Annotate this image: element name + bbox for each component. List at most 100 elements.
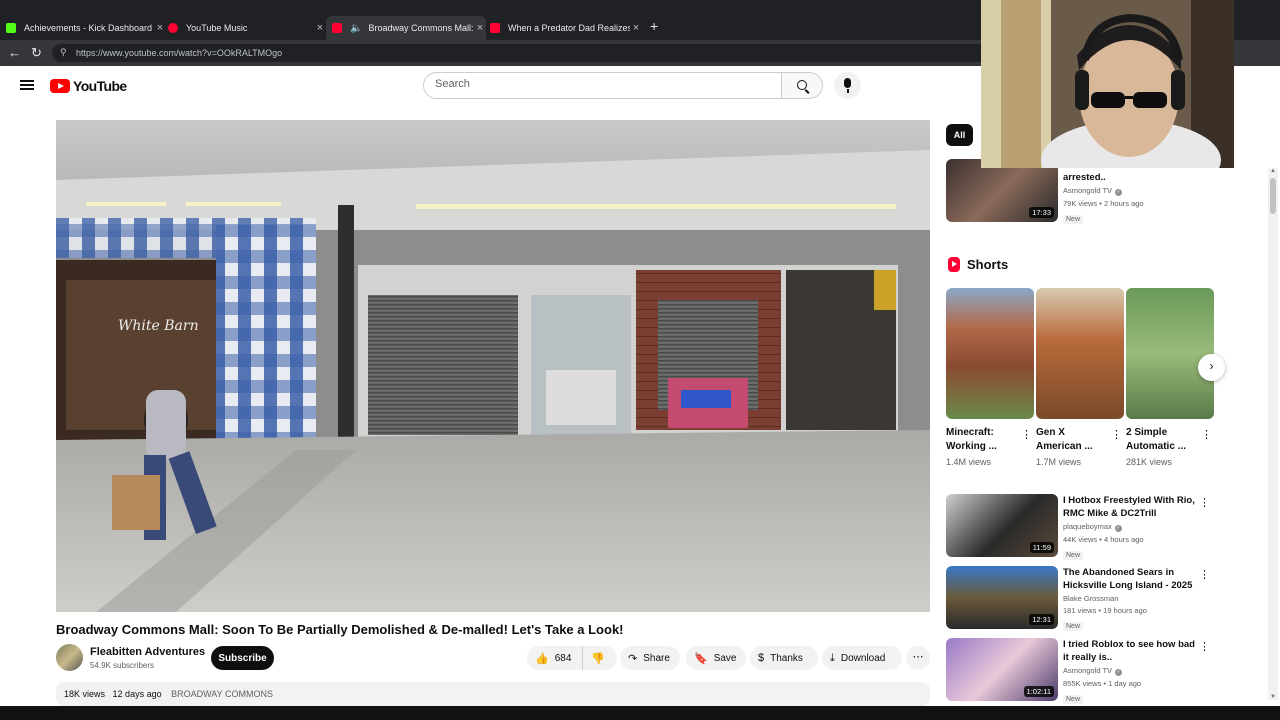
recommendation-channel[interactable]: Blake Grossman [1063,594,1118,603]
scroll-up-arrow-icon[interactable]: ▲ [1270,168,1276,174]
recommendation-title[interactable]: arrested.. [1063,171,1201,184]
shorts-title: Shorts [967,257,1009,272]
recommendation-title[interactable]: I Hotbox Freestyled With Rio, RMC Mike &… [1063,494,1201,520]
short-item[interactable]: Gen X American ... 1.7M views ⋮ [1036,288,1124,467]
filter-chip-all[interactable]: All [946,124,973,146]
video-duration: 11:59 [1029,542,1054,553]
share-button[interactable]: ↷ Share [620,646,680,670]
thumbs-up-icon: 👍 [535,652,549,665]
close-tab-icon[interactable]: × [154,22,166,34]
speaker-icon[interactable]: 🔈 [350,23,362,34]
like-button[interactable]: 👍 684 [527,646,583,670]
tab-title: YouTube Music [186,23,248,33]
recommendation-item[interactable]: 1:02:11 I tried Roblox to see how bad it… [946,638,1214,704]
channel-name[interactable]: Fleabitten Adventures [90,646,205,658]
youtube-logo[interactable]: YouTube [50,78,127,94]
short-menu-icon[interactable]: ⋮ [1111,428,1122,441]
video-thumbnail[interactable]: 17:33 [946,159,1058,222]
more-actions-button[interactable]: ⋯ [906,646,930,670]
hashtag-link[interactable]: BROADWAY COMMONS [171,689,273,699]
reload-icon[interactable]: ↻ [31,45,42,61]
tab-kick-dashboard[interactable]: Achievements - Kick Dashboard × [6,16,166,40]
recommendation-meta: 44K views • 4 hours ago [1063,535,1144,544]
short-item[interactable]: Minecraft: Working ... 1.4M views ⋮ [946,288,1034,467]
recommendation-channel[interactable]: Asmongold TV [1063,666,1112,675]
recommendation-info: arrested.. Asmongold TV ✓ 79K views • 2 h… [1063,159,1201,226]
recommendation-meta: 181 views • 19 hours ago [1063,606,1147,615]
tab-title: Achievements - Kick Dashboard [24,23,153,33]
description-box[interactable]: 18K views 12 days ago BROADWAY COMMONS [56,682,930,706]
recommendation-meta: 79K views • 2 hours ago [1063,199,1144,208]
scroll-down-arrow-icon[interactable]: ▼ [1270,694,1276,700]
recommendation-item[interactable]: 17:33 arrested.. Asmongold TV ✓ 79K views… [946,159,1214,226]
download-label: Download [840,652,886,664]
webcam-overlay [981,0,1234,168]
bookmark-icon: 🔖 [694,652,708,665]
voice-search-button[interactable] [834,72,861,99]
microphone-icon [844,78,851,93]
hamburger-menu-icon[interactable] [20,80,34,90]
short-title[interactable]: 2 Simple Automatic ... [1126,426,1196,454]
recommendation-info: The Abandoned Sears in Hicksville Long I… [1063,566,1201,633]
recommendation-info: I Hotbox Freestyled With Rio, RMC Mike &… [1063,494,1201,562]
video-duration: 17:33 [1029,207,1054,218]
recommendation-item[interactable]: 12:31 The Abandoned Sears in Hicksville … [946,566,1214,633]
taskbar-strip [0,706,1280,720]
url-field[interactable]: ⚲ https://www.youtube.com/watch?v=OOkRAL… [52,44,992,62]
recommendation-title[interactable]: The Abandoned Sears in Hicksville Long I… [1063,566,1201,592]
download-button[interactable]: ⤓ Download [822,646,902,670]
recommendation-channel[interactable]: Asmongold TV [1063,186,1112,195]
subscribe-button[interactable]: Subscribe [211,646,274,670]
video-thumbnail[interactable]: 1:02:11 [946,638,1058,701]
tab-predator-dad[interactable]: When a Predator Dad Realizes He × [490,16,642,40]
recommendation-channel[interactable]: plaqueboymax [1063,522,1112,531]
short-thumbnail[interactable] [1036,288,1124,419]
close-tab-icon[interactable]: × [474,22,486,34]
short-thumbnail[interactable] [1126,288,1214,419]
share-icon: ↷ [628,652,638,665]
tab-broadway-commons[interactable]: 🔈 Broadway Commons Mall: S × [326,16,486,40]
recommendation-menu-icon[interactable]: ⋮ [1199,640,1210,653]
search-input[interactable] [435,78,765,90]
short-menu-icon[interactable]: ⋮ [1021,428,1032,441]
url-text: https://www.youtube.com/watch?v=OOkRALTM… [76,48,283,58]
subscriber-count: 54.9K subscribers [90,661,155,670]
video-thumbnail[interactable]: 11:59 [946,494,1058,557]
search-button[interactable] [781,72,823,99]
recommendation-menu-icon[interactable]: ⋮ [1199,496,1210,509]
shorts-next-arrow-icon[interactable]: › [1198,354,1225,381]
tab-title: When a Predator Dad Realizes He [508,23,630,33]
short-thumbnail[interactable] [946,288,1034,419]
search-icon [797,80,807,90]
close-tab-icon[interactable]: × [630,22,642,34]
short-title[interactable]: Minecraft: Working ... [946,426,1016,454]
save-label: Save [713,652,737,664]
thanks-label: Thanks [770,652,803,664]
thumbs-down-icon[interactable]: 👎 [583,652,605,665]
thanks-icon: $ [758,652,765,664]
new-badge: New [1063,622,1084,631]
scrollbar-thumb[interactable] [1270,178,1276,214]
short-title[interactable]: Gen X American ... [1036,426,1106,454]
short-views: 1.7M views [1036,457,1082,467]
thanks-button[interactable]: $ Thanks [750,646,818,670]
channel-avatar[interactable] [56,644,83,671]
video-thumbnail[interactable]: 12:31 [946,566,1058,629]
page-scrollbar[interactable]: ▲ ▼ [1268,168,1278,700]
short-menu-icon[interactable]: ⋮ [1201,428,1212,441]
close-tab-icon[interactable]: × [314,22,326,34]
recommendation-menu-icon[interactable]: ⋮ [1199,568,1210,581]
recommendation-item[interactable]: 11:59 I Hotbox Freestyled With Rio, RMC … [946,494,1214,560]
tab-youtube-music[interactable]: YouTube Music × [168,16,326,40]
video-player[interactable]: White Barn [56,120,930,612]
new-tab-button[interactable]: + [650,18,658,34]
like-count: 684 [554,652,572,664]
save-button[interactable]: 🔖 Save [686,646,746,670]
verified-check-icon: ✓ [1115,189,1123,196]
recommendation-title[interactable]: I tried Roblox to see how bad it really … [1063,638,1201,664]
back-arrow-icon[interactable]: ← [8,45,21,60]
description-meta: 18K views 12 days ago BROADWAY COMMONS [64,689,273,699]
kick-favicon-icon [6,23,16,33]
site-info-icon[interactable]: ⚲ [60,47,67,58]
short-item[interactable]: 2 Simple Automatic ... 281K views ⋮ [1126,288,1214,467]
